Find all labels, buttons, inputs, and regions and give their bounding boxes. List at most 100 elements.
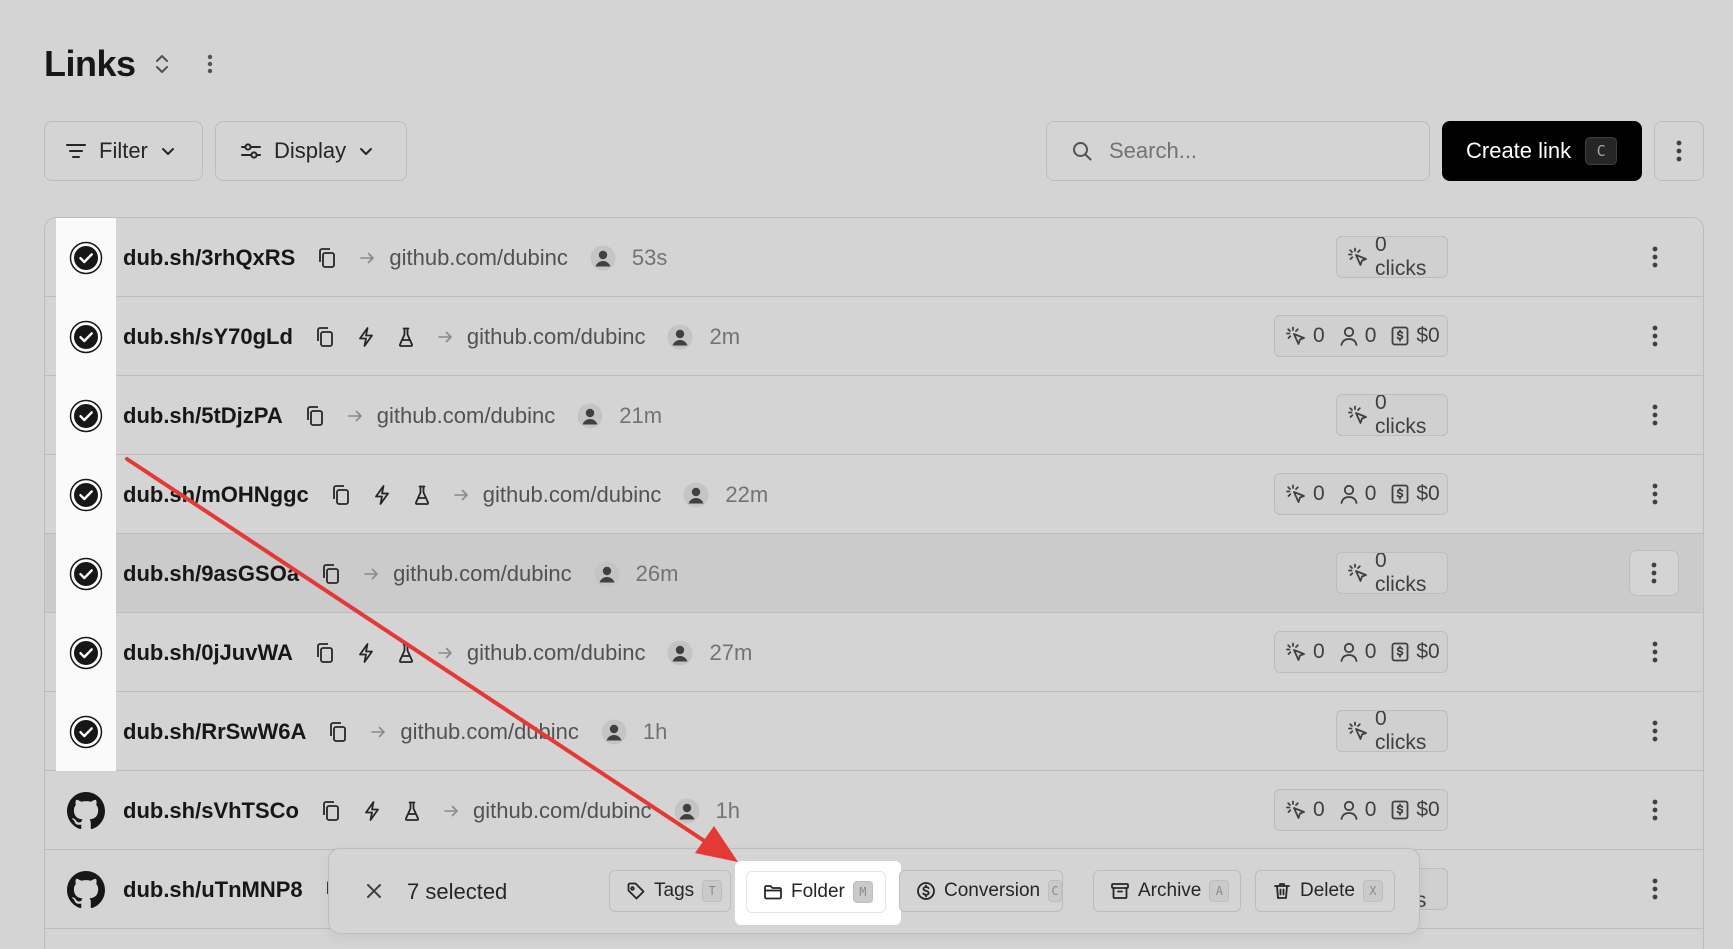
short-link[interactable]: dub.sh/3rhQxRS bbox=[123, 245, 295, 271]
row-more-button[interactable] bbox=[1643, 866, 1667, 912]
row-checkbox[interactable] bbox=[56, 376, 116, 455]
analytics-badge[interactable]: 0 clicks bbox=[1336, 394, 1448, 436]
close-icon[interactable] bbox=[359, 876, 389, 906]
copy-icon[interactable] bbox=[321, 800, 341, 822]
destination-url[interactable]: github.com/dubinc bbox=[483, 482, 662, 508]
analytics-badge[interactable]: 0 0 $0 bbox=[1274, 631, 1448, 673]
row-more-button[interactable] bbox=[1643, 313, 1667, 359]
sales-value: $0 bbox=[1416, 324, 1440, 347]
check-circle-icon bbox=[69, 241, 103, 275]
create-link-button[interactable]: Create link C bbox=[1442, 121, 1642, 181]
row-more-button[interactable] bbox=[1643, 708, 1667, 754]
destination-url[interactable]: github.com/dubinc bbox=[377, 403, 556, 429]
row-checkbox[interactable] bbox=[56, 218, 116, 297]
link-row[interactable]: dub.sh/sVhTSCo github.com/dubinc 1h 0 0 $0 bbox=[45, 771, 1703, 850]
link-favicon[interactable] bbox=[56, 771, 116, 850]
row-more-button[interactable] bbox=[1643, 471, 1667, 517]
row-more-button[interactable] bbox=[1643, 392, 1667, 438]
short-link[interactable]: dub.sh/RrSwW6A bbox=[123, 719, 306, 745]
row-checkbox[interactable] bbox=[56, 455, 116, 534]
cursor-click-icon bbox=[1347, 246, 1369, 268]
header-more-icon[interactable] bbox=[196, 50, 224, 78]
link-row[interactable]: dub.sh/sY70gLd github.com/dubinc 2m 0 0 $0 bbox=[45, 297, 1703, 376]
short-link[interactable]: dub.sh/uTnMNP8 bbox=[123, 877, 303, 903]
link-favicon[interactable] bbox=[56, 850, 116, 929]
short-link[interactable]: dub.sh/0jJuvWA bbox=[123, 640, 293, 666]
copy-icon[interactable] bbox=[328, 721, 348, 743]
short-link[interactable]: dub.sh/mOHNggc bbox=[123, 482, 309, 508]
analytics-badge[interactable]: 0 0 $0 bbox=[1274, 473, 1448, 515]
analytics-badge[interactable]: 0 clicks bbox=[1336, 552, 1448, 594]
arrow-right-icon bbox=[437, 329, 453, 345]
delete-button[interactable]: Delete X bbox=[1255, 870, 1395, 912]
analytics-badge[interactable]: 0 0 $0 bbox=[1274, 315, 1448, 357]
destination-url[interactable]: github.com/dubinc bbox=[389, 245, 568, 271]
copy-icon[interactable] bbox=[315, 326, 335, 348]
row-checkbox[interactable] bbox=[56, 613, 116, 692]
github-icon bbox=[67, 870, 105, 909]
row-checkbox[interactable] bbox=[56, 534, 116, 613]
workspace-switcher-icon[interactable] bbox=[148, 50, 176, 78]
analytics-badge[interactable]: 0 clicks bbox=[1336, 236, 1448, 278]
link-row[interactable]: dub.sh/RrSwW6A github.com/dubinc 1h 0 click… bbox=[45, 692, 1703, 771]
clicks-value: 0 bbox=[1313, 798, 1325, 821]
row-more-button[interactable] bbox=[1643, 787, 1667, 833]
copy-icon[interactable] bbox=[315, 642, 335, 664]
check-circle-icon bbox=[69, 478, 103, 512]
row-checkbox[interactable] bbox=[56, 692, 116, 771]
copy-icon[interactable] bbox=[321, 563, 341, 585]
destination-url[interactable]: github.com/dubinc bbox=[393, 561, 572, 587]
link-row[interactable]: dub.sh/3rhQxRS github.com/dubinc 53s 0 clic… bbox=[45, 218, 1703, 297]
link-row[interactable]: dub.sh/5tDjzPA github.com/dubinc 21m 0 clic… bbox=[45, 376, 1703, 455]
github-icon bbox=[67, 791, 105, 830]
link-row[interactable]: dub.sh/9asGSOa github.com/dubinc 26m 0 clic… bbox=[45, 534, 1703, 613]
bulk-action-bar: 7 selected Tags T Folder M Conversion C … bbox=[328, 848, 1420, 934]
destination-url[interactable]: github.com/dubinc bbox=[473, 798, 652, 824]
destination-url[interactable]: github.com/dubinc bbox=[467, 640, 646, 666]
copy-icon[interactable] bbox=[317, 247, 337, 269]
chevron-down-icon bbox=[358, 143, 374, 159]
user-avatar bbox=[667, 640, 693, 666]
created-time: 1h bbox=[642, 718, 668, 744]
analytics-badge[interactable]: 0 0 $0 bbox=[1274, 789, 1448, 831]
row-checkbox[interactable] bbox=[56, 297, 116, 376]
user-avatar bbox=[594, 561, 620, 587]
created-time: 22m bbox=[725, 481, 769, 507]
link-details: dub.sh/0jJuvWA github.com/dubinc 27m bbox=[123, 613, 752, 692]
link-details: dub.sh/9asGSOa github.com/dubinc 26m bbox=[123, 534, 678, 613]
link-row[interactable]: dub.sh/0jJuvWA github.com/dubinc 27m 0 0 $0 bbox=[45, 613, 1703, 692]
dollar-icon bbox=[1390, 641, 1410, 663]
link-details: dub.sh/uTnMNP8 bbox=[123, 850, 345, 929]
analytics-badge[interactable]: 0 clicks bbox=[1336, 710, 1448, 752]
filter-button[interactable]: Filter bbox=[44, 121, 203, 181]
search-input[interactable]: Search... bbox=[1046, 121, 1430, 181]
folder-button[interactable]: Folder M bbox=[746, 871, 886, 913]
row-more-button[interactable] bbox=[1629, 550, 1679, 596]
cursor-click-icon bbox=[1285, 325, 1307, 347]
user-avatar bbox=[683, 482, 709, 508]
row-more-button[interactable] bbox=[1643, 234, 1667, 280]
short-link[interactable]: dub.sh/9asGSOa bbox=[123, 561, 299, 587]
page-title: Links bbox=[44, 43, 136, 84]
destination-url[interactable]: github.com/dubinc bbox=[400, 719, 579, 745]
arrow-right-icon bbox=[347, 408, 363, 424]
page-header: Links bbox=[44, 42, 224, 86]
created-time: 1h bbox=[715, 797, 741, 823]
leads-value: 0 bbox=[1364, 640, 1377, 663]
cursor-click-icon bbox=[1285, 799, 1307, 821]
destination-url[interactable]: github.com/dubinc bbox=[467, 324, 646, 350]
link-row[interactable]: dub.sh/mOHNggc github.com/dubinc 22m 0 0 $0 bbox=[45, 455, 1703, 534]
leads-stat: 0 bbox=[1335, 474, 1387, 514]
row-more-button[interactable] bbox=[1643, 629, 1667, 675]
short-link[interactable]: dub.sh/sY70gLd bbox=[123, 324, 293, 350]
toolbar-more-button[interactable] bbox=[1654, 121, 1704, 181]
archive-button[interactable]: Archive A bbox=[1093, 870, 1241, 912]
short-link[interactable]: dub.sh/5tDjzPA bbox=[123, 403, 283, 429]
conversion-button[interactable]: Conversion C bbox=[899, 870, 1063, 912]
short-link[interactable]: dub.sh/sVhTSCo bbox=[123, 798, 299, 824]
display-button[interactable]: Display bbox=[215, 121, 407, 181]
copy-icon[interactable] bbox=[331, 484, 351, 506]
arrow-right-icon bbox=[437, 645, 453, 661]
tags-button[interactable]: Tags T bbox=[609, 870, 731, 912]
copy-icon[interactable] bbox=[305, 405, 325, 427]
